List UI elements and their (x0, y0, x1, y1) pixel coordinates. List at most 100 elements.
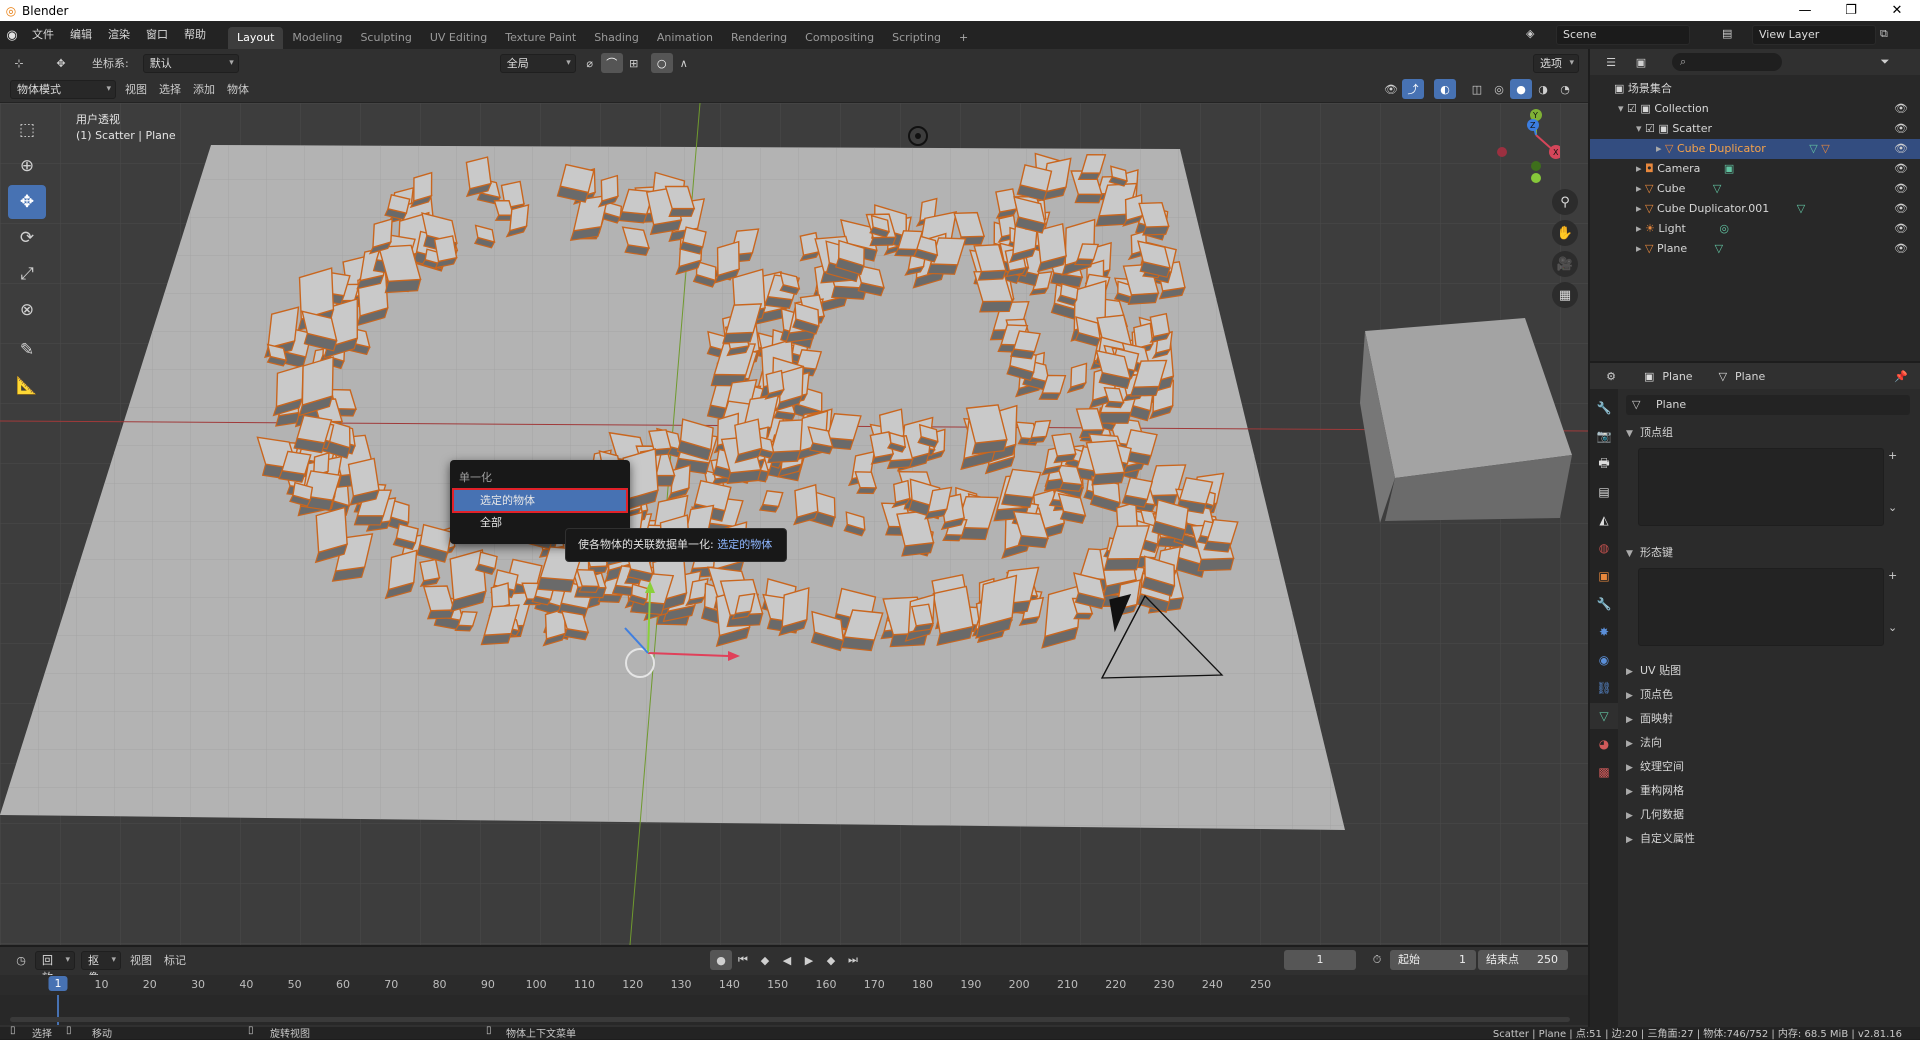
3d-viewport[interactable]: 用户透视 (1) Scatter | Plane ⬚ ⊕ ✥ ⟳ ⤢ ⊗ ✎ 📐… (0, 103, 1588, 945)
tab-modeling[interactable]: Modeling (283, 27, 351, 49)
rotate-tool-icon[interactable]: ⟳ (8, 221, 46, 255)
section-normals[interactable]: ▶ 法向 (1626, 733, 1914, 753)
visibility-icon[interactable]: 👁 (1380, 79, 1402, 99)
view-layer-tab-icon[interactable]: ▤ (1590, 479, 1618, 505)
viewport-menu-object[interactable]: 物体 (221, 81, 255, 97)
jump-start-icon[interactable]: ⏮ (732, 950, 754, 970)
mesh-name-field[interactable]: ▽ Plane (1626, 395, 1910, 415)
tab-scripting[interactable]: Scripting (883, 27, 950, 49)
section-geometry-data[interactable]: ▶ 几何数据 (1626, 805, 1914, 825)
expand-arrow-icon[interactable]: ▾ (1636, 122, 1642, 135)
scale-tool-icon[interactable]: ⤢ (8, 257, 46, 291)
end-frame-field[interactable]: 结束点 250 (1478, 950, 1568, 970)
menu-file[interactable]: 文件 (24, 21, 62, 49)
camera-view-icon[interactable]: 🎥 (1552, 251, 1578, 277)
timeline-track-area[interactable] (0, 995, 1588, 1025)
menu-window[interactable]: 窗口 (138, 21, 176, 49)
scene-selector[interactable]: Scene (1556, 25, 1690, 45)
gizmo-toggle-icon[interactable]: ⤴ (1402, 79, 1424, 99)
eye-icon[interactable]: 👁 (1894, 159, 1908, 179)
tab-texture-paint[interactable]: Texture Paint (496, 27, 585, 49)
tool-tab-icon[interactable]: 🔧 (1590, 395, 1618, 421)
menu-help[interactable]: 帮助 (176, 21, 214, 49)
shape-keys-list[interactable] (1638, 568, 1884, 646)
mesh-browse-icon[interactable]: ▽ (1632, 395, 1640, 415)
texture-tab-icon[interactable]: ▩ (1590, 759, 1618, 785)
eye-icon[interactable]: 👁 (1894, 99, 1908, 119)
overlay-toggle-icon[interactable]: ◐ (1434, 79, 1456, 99)
tab-shading[interactable]: Shading (585, 27, 648, 49)
modifier-tab-icon[interactable]: 🔧 (1590, 591, 1618, 617)
tab-sculpting[interactable]: Sculpting (351, 27, 420, 49)
playback-menu[interactable]: 回放 (35, 950, 75, 984)
timeline-editor-type-icon[interactable]: ◷ (10, 950, 32, 970)
timeline-menu-view[interactable]: 视图 (124, 952, 158, 968)
world-tab-icon[interactable]: ◍ (1590, 535, 1618, 561)
ortho-toggle-icon[interactable]: ▦ (1552, 282, 1578, 308)
current-frame-field[interactable]: 1 (1284, 950, 1356, 970)
blender-menu-icon[interactable]: ◉ (0, 28, 24, 43)
viewport-menu-view[interactable]: 视图 (119, 81, 153, 97)
expand-arrow-icon[interactable]: ▸ (1636, 182, 1642, 195)
tab-animation[interactable]: Animation (648, 27, 722, 49)
eye-icon[interactable]: 👁 (1894, 219, 1908, 239)
expand-arrow-icon[interactable]: ▾ (1618, 102, 1624, 115)
tab-uv-editing[interactable]: UV Editing (421, 27, 496, 49)
snap-icon[interactable]: ⌀ (579, 53, 601, 73)
eye-icon[interactable]: 👁 (1894, 139, 1908, 159)
pin-icon[interactable]: 📌 (1894, 370, 1908, 383)
material-tab-icon[interactable]: ◕ (1590, 731, 1618, 757)
mode-dropdown[interactable]: 物体模式 (10, 79, 116, 99)
checkbox-icon[interactable]: ☑ (1627, 102, 1637, 115)
outliner-row-scene-collection[interactable]: ▣ 场景集合 (1590, 79, 1920, 99)
options-dropdown[interactable]: 选项 (1533, 53, 1579, 73)
timeline-scrollbar[interactable] (10, 1017, 1570, 1022)
section-shape-keys[interactable]: ▼ 形态键 (1626, 543, 1914, 563)
eye-icon[interactable]: 👁 (1894, 119, 1908, 139)
zoom-icon[interactable]: ⚲ (1552, 189, 1578, 215)
shape-key-menu-icon[interactable]: ⌄ (1888, 621, 1897, 634)
transform-orientation-dropdown[interactable]: 全局 (499, 53, 576, 73)
editor-type-icon[interactable]: ⊹ (8, 53, 30, 73)
select-box-tool-icon[interactable]: ⬚ (8, 113, 46, 147)
vertex-group-menu-icon[interactable]: ⌄ (1888, 501, 1897, 514)
solid-shading-icon[interactable]: ● (1510, 79, 1532, 99)
viewport-menu-select[interactable]: 选择 (153, 81, 187, 97)
outliner-row-cube-duplicator-001[interactable]: ▸ ▽ Cube Duplicator.001 ▽ 👁 (1590, 199, 1920, 219)
new-view-layer-icon[interactable]: ⧉ (1880, 27, 1888, 41)
snap-target-icon[interactable]: ⊞ (623, 53, 645, 73)
play-icon[interactable]: ▶ (798, 950, 820, 970)
display-mode-icon[interactable]: ▣ (1630, 52, 1652, 72)
add-workspace-button[interactable]: + (950, 27, 977, 49)
render-tab-icon[interactable]: 📷 (1590, 423, 1618, 449)
checkbox-icon[interactable]: ☑ (1645, 122, 1655, 135)
add-shape-key-icon[interactable]: + (1888, 569, 1897, 582)
scene-tab-icon[interactable]: ◭ (1590, 507, 1618, 533)
move-tool-icon[interactable]: ✥ (8, 185, 46, 219)
eye-icon[interactable]: 👁 (1894, 239, 1908, 259)
expand-arrow-icon[interactable]: ▸ (1636, 202, 1642, 215)
outliner-row-scatter[interactable]: ▾ ☑ ▣ Scatter 👁 (1590, 119, 1920, 139)
eye-icon[interactable]: 👁 (1894, 199, 1908, 219)
keying-menu[interactable]: 抠像 (81, 950, 121, 984)
timeline-menu-marker[interactable]: 标记 (158, 952, 192, 968)
measure-tool-icon[interactable]: 📐 (8, 369, 46, 403)
close-button[interactable]: ✕ (1874, 0, 1920, 21)
view-layer-selector[interactable]: View Layer (1752, 25, 1876, 45)
viewport-menu-add[interactable]: 添加 (187, 81, 221, 97)
tab-rendering[interactable]: Rendering (722, 27, 796, 49)
outliner-row-light[interactable]: ▸ ☀ Light ◎ 👁 (1590, 219, 1920, 239)
maximize-button[interactable]: ❐ (1828, 0, 1874, 21)
material-shading-icon[interactable]: ◑ (1532, 79, 1554, 99)
coord-system-dropdown[interactable]: 默认 (142, 53, 239, 73)
record-icon[interactable]: ● (710, 950, 732, 970)
eye-icon[interactable]: 👁 (1894, 179, 1908, 199)
outliner-row-cube-duplicator[interactable]: ▸ ▽ Cube Duplicator ▽ ▽ 👁 (1590, 139, 1920, 159)
outliner-search-input[interactable]: ⌕ (1672, 53, 1782, 71)
particles-tab-icon[interactable]: ✸ (1590, 619, 1618, 645)
falloff-icon[interactable]: ∧ (673, 53, 695, 73)
start-frame-field[interactable]: 起始 1 (1390, 950, 1476, 970)
tab-compositing[interactable]: Compositing (796, 27, 883, 49)
menu-item-selected-objects[interactable]: 选定的物体 (452, 488, 628, 513)
expand-arrow-icon[interactable]: ▸ (1656, 142, 1662, 155)
